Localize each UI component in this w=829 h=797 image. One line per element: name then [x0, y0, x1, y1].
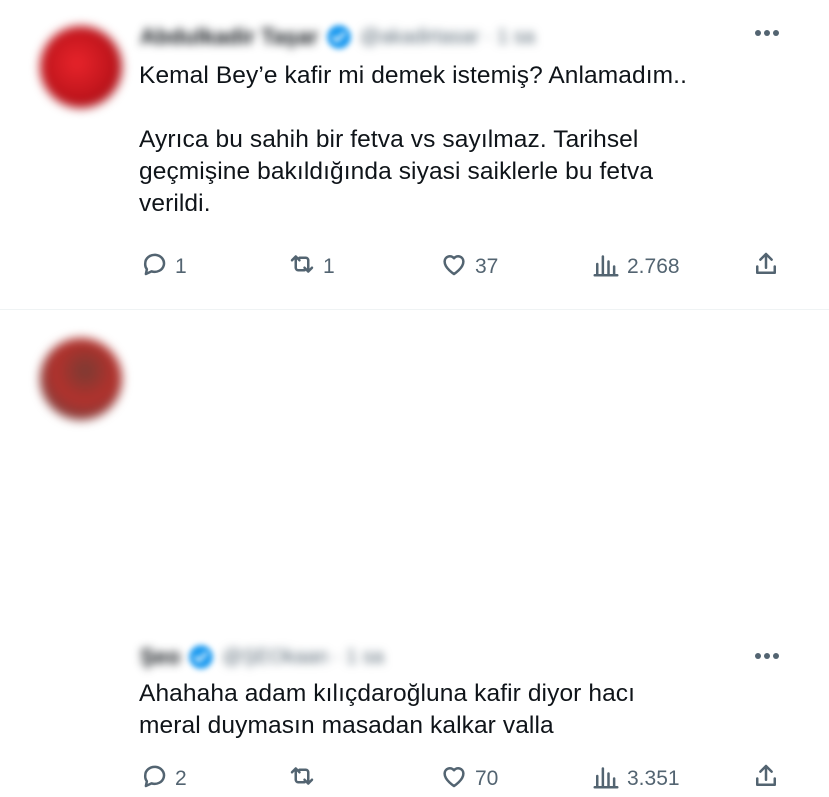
reply-count: 1	[175, 255, 187, 278]
reply-icon	[139, 761, 169, 797]
reply-icon	[139, 249, 169, 285]
heart-icon	[439, 249, 469, 285]
views-count: 2.768	[627, 255, 680, 278]
reply-count: 2	[175, 767, 187, 790]
share-button[interactable]	[751, 252, 781, 282]
author-handle[interactable]: @akadirtasar · 1 sa	[360, 26, 535, 49]
tweet[interactable]: Abdulkadir Taşar @akadirtasar · 1 sa Kem…	[0, 0, 829, 310]
verified-badge-icon	[326, 24, 352, 50]
heart-icon	[439, 761, 469, 797]
tweet[interactable]: Şeo @ŞEOkaan · 1 sa Ahahaha adam kılıçda…	[0, 310, 829, 790]
tweet-text: Ahahaha adam kılıçdaroğluna kafir diyor …	[139, 680, 636, 739]
reply-button[interactable]: 2	[139, 764, 187, 794]
tweet-text: Kemal Bey’e kafir mi demek istemiş? Anla…	[139, 62, 687, 217]
like-button[interactable]: 37	[439, 252, 498, 282]
share-button[interactable]	[751, 764, 781, 794]
more-icon[interactable]	[755, 30, 785, 40]
tweet-actions: 2 70 3.351	[139, 764, 789, 794]
retweet-button[interactable]: 1	[287, 252, 335, 282]
views-button[interactable]: 2.768	[591, 252, 680, 282]
like-count: 70	[475, 767, 499, 790]
views-icon	[591, 761, 621, 797]
views-count: 3.351	[627, 767, 680, 790]
author-name[interactable]: Şeo	[140, 644, 180, 670]
views-button[interactable]: 3.351	[591, 764, 680, 794]
avatar[interactable]	[40, 338, 122, 420]
author-name[interactable]: Abdulkadir Taşar	[140, 24, 318, 50]
tweet-header: Şeo @ŞEOkaan · 1 sa	[140, 642, 384, 672]
verified-badge-icon	[188, 644, 214, 670]
reply-button[interactable]: 1	[139, 252, 187, 282]
tweet-header: Abdulkadir Taşar @akadirtasar · 1 sa	[140, 22, 535, 52]
like-count: 37	[475, 255, 499, 278]
like-button[interactable]: 70	[439, 764, 498, 794]
more-icon[interactable]	[755, 653, 785, 663]
share-icon	[751, 761, 781, 797]
retweet-count: 1	[323, 255, 335, 278]
share-icon	[751, 249, 781, 285]
tweet-actions: 1 1 37 2.768	[139, 252, 789, 282]
author-handle[interactable]: @ŞEOkaan · 1 sa	[222, 646, 383, 669]
retweet-button[interactable]	[287, 764, 323, 794]
retweet-icon	[287, 761, 317, 797]
retweet-icon	[287, 249, 317, 285]
avatar[interactable]	[40, 26, 122, 108]
views-icon	[591, 249, 621, 285]
